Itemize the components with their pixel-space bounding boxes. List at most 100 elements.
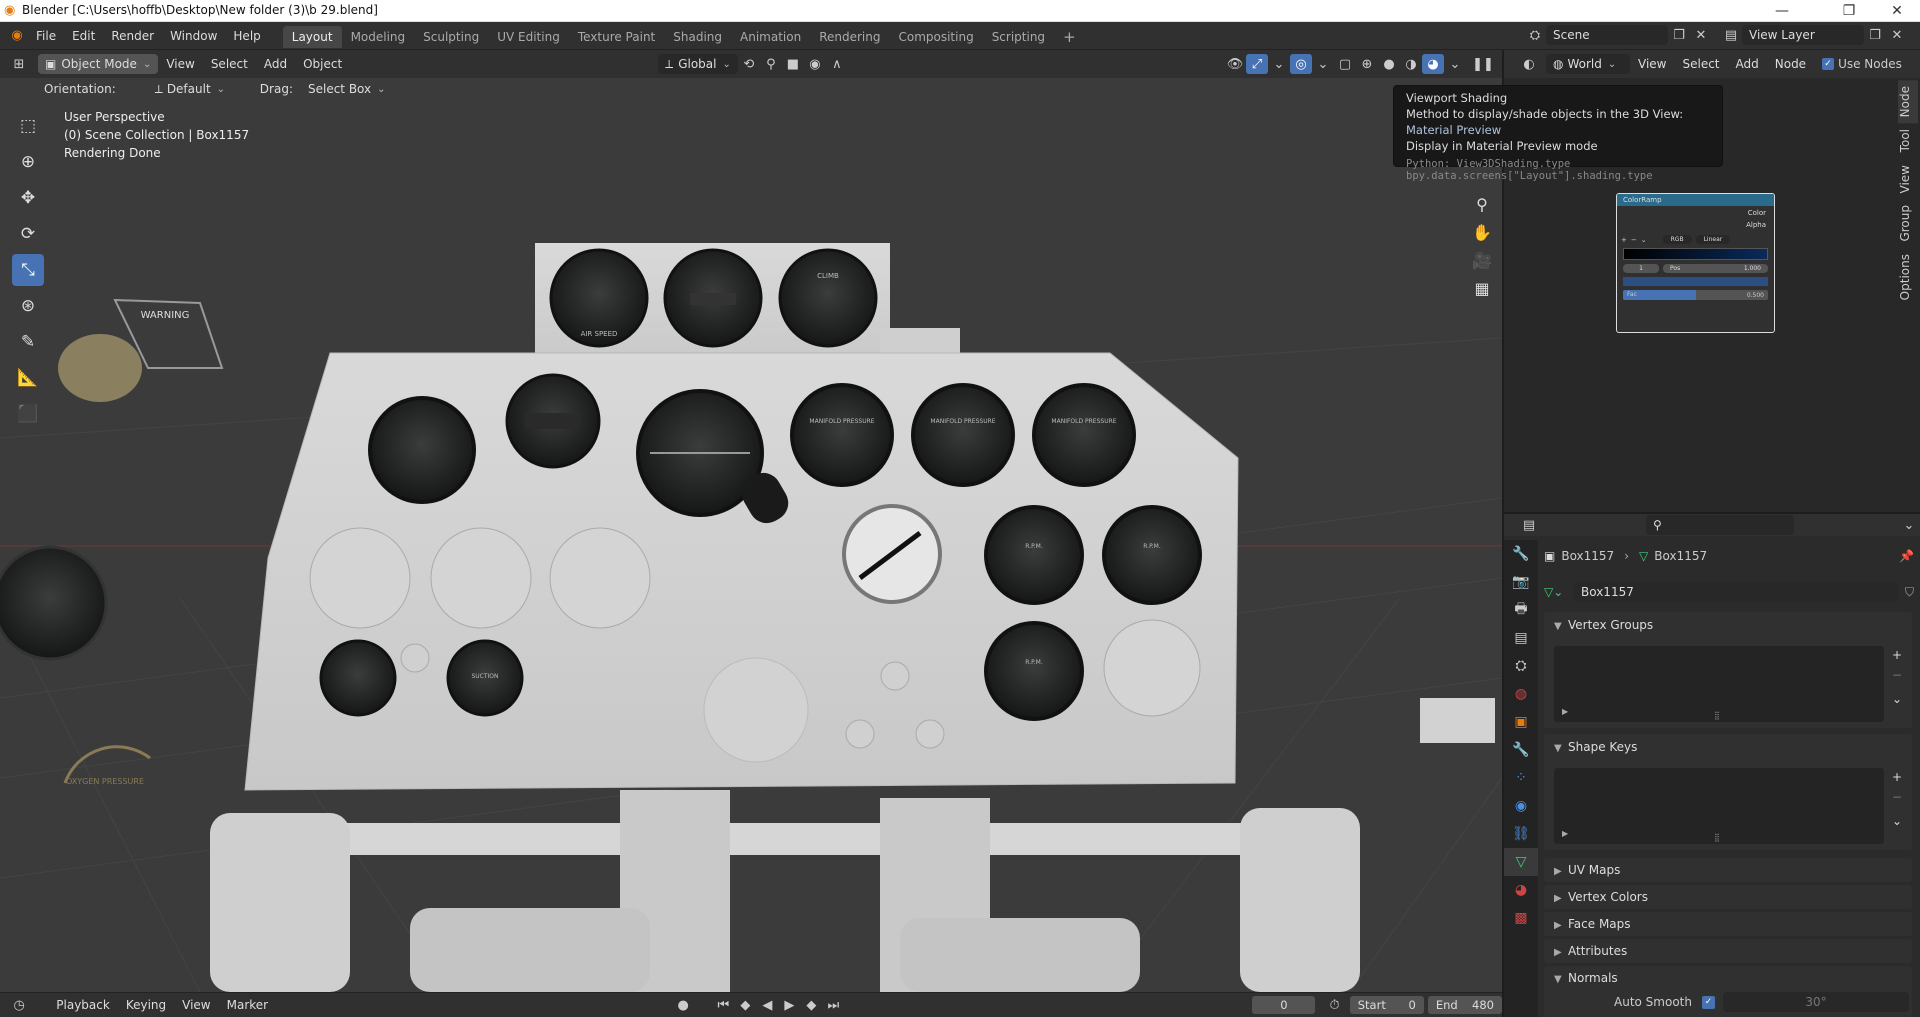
proportional-edit-icon[interactable]: ◉ (804, 54, 826, 74)
auto-smooth-angle-field[interactable]: 30° (1722, 992, 1909, 1012)
colorramp-node[interactable]: ColorRamp Color Alpha + − ⌄ RGB Linear 1 P… (1616, 193, 1775, 333)
mesh-name-field[interactable]: Box1157 (1574, 582, 1899, 602)
gizmo-icon[interactable]: ⤢ (1246, 54, 1268, 74)
jump-start-icon[interactable]: ⏮ (712, 995, 734, 1015)
add-workspace-icon[interactable]: + (1054, 26, 1085, 48)
shape-key-specials-icon[interactable]: ⌄ (1892, 814, 1902, 828)
drag-dropdown[interactable]: Select Box (301, 79, 393, 99)
pivot-icon[interactable]: ⟲ (738, 54, 760, 74)
output-alpha[interactable]: Alpha (1617, 217, 1774, 229)
overlay-icon[interactable]: ◎ (1290, 54, 1312, 74)
menu-edit[interactable]: Edit (64, 22, 103, 50)
jump-end-icon[interactable]: ⏭ (822, 995, 844, 1015)
particle-props-icon[interactable]: ⁘ (1504, 764, 1538, 792)
attributes-panel[interactable]: ▶ Attributes (1544, 939, 1912, 963)
close-button[interactable]: ✕ (1874, 0, 1920, 22)
interpolation-select[interactable]: Linear (1695, 235, 1731, 244)
sidetab-tool[interactable]: Tool (1898, 123, 1918, 158)
rotate-tool-icon[interactable]: ⟳ (12, 218, 44, 250)
normals-header[interactable]: ▼ Normals (1544, 966, 1912, 990)
physics-props-icon[interactable]: ◉ (1504, 792, 1538, 820)
modifier-props-icon[interactable]: 🔧 (1504, 736, 1538, 764)
color-mode-select[interactable]: RGB (1662, 235, 1692, 244)
timeline-editor-icon[interactable]: ◷ (10, 995, 28, 1015)
timeline-menu-view[interactable]: View (174, 993, 218, 1017)
remove-stop-icon[interactable]: − (1631, 236, 1637, 244)
view-layer-selector[interactable]: View Layer (1742, 25, 1864, 45)
material-preview-shading-icon[interactable]: ◑ (1400, 54, 1422, 74)
tab-modeling[interactable]: Modeling (342, 26, 415, 48)
play-icon[interactable]: ▶ (778, 995, 800, 1015)
auto-smooth-checkbox[interactable]: ✓ (1701, 995, 1715, 1009)
overlay-dropdown-icon[interactable]: ⌄ (1312, 54, 1334, 74)
tab-uv-editing[interactable]: UV Editing (488, 26, 569, 48)
viewport-menu-add[interactable]: Add (256, 50, 295, 78)
add-cube-tool-icon[interactable]: ⬛ (12, 398, 44, 430)
viewport-menu-view[interactable]: View (158, 50, 202, 78)
tab-texture-paint[interactable]: Texture Paint (569, 26, 664, 48)
stop-color-swatch[interactable] (1623, 277, 1768, 286)
face-maps-panel[interactable]: ▶ Face Maps (1544, 912, 1912, 936)
output-color[interactable]: Color (1617, 206, 1774, 217)
current-frame-field[interactable]: 0 (1252, 996, 1316, 1014)
orientation-dropdown[interactable]: ⟂ Default (148, 79, 246, 99)
solid-shading-icon[interactable]: ● (1378, 54, 1400, 74)
stop-index-field[interactable]: 1 (1623, 264, 1659, 273)
new-view-layer-icon[interactable]: ❐ (1864, 25, 1886, 45)
menu-help[interactable]: Help (225, 22, 268, 50)
material-props-icon[interactable]: ◕ (1504, 876, 1538, 904)
tab-animation[interactable]: Animation (731, 26, 810, 48)
fac-field[interactable]: Fac 0.500 (1623, 290, 1768, 300)
node-menu-view[interactable]: View (1630, 50, 1674, 78)
world-props-icon[interactable]: ◍ (1504, 680, 1538, 708)
uv-maps-panel[interactable]: ▶ UV Maps (1544, 858, 1912, 882)
view-layer-icon[interactable]: ▤ (1720, 25, 1742, 45)
menu-file[interactable]: File (28, 22, 64, 50)
menu-window[interactable]: Window (162, 22, 225, 50)
sidetab-node[interactable]: Node (1898, 80, 1918, 124)
falloff-icon[interactable]: ∧ (826, 54, 848, 74)
use-nodes-toggle[interactable]: ✓ Use Nodes (1822, 57, 1902, 71)
add-vertex-group-icon[interactable]: + (1892, 648, 1902, 662)
ramp-menu-icon[interactable]: ⌄ (1641, 236, 1647, 244)
end-frame-field[interactable]: End 480 (1427, 996, 1502, 1014)
timeline-menu-playback[interactable]: Playback (48, 993, 118, 1017)
shape-keys-list[interactable]: ▶ ⣿ (1554, 768, 1884, 844)
shape-keys-header[interactable]: ▼ Shape Keys (1544, 734, 1912, 760)
node-menu-add[interactable]: Add (1728, 50, 1767, 78)
mesh-data-props-icon[interactable]: ▽ (1504, 848, 1538, 876)
wireframe-shading-icon[interactable]: ⊕ (1356, 54, 1378, 74)
tool-props-icon[interactable]: 🔧 (1504, 540, 1538, 568)
fake-user-shield-icon[interactable]: ⛉ (1905, 585, 1914, 600)
viewport-menu-select[interactable]: Select (203, 50, 256, 78)
select-box-tool-icon[interactable]: ⬚ (12, 110, 44, 142)
mesh-browse-icon[interactable]: ▽⌄ (1544, 585, 1572, 599)
view-layer-props-icon[interactable]: ▤ (1504, 624, 1538, 652)
tab-compositing[interactable]: Compositing (889, 26, 982, 48)
vertex-groups-header[interactable]: ▼ Vertex Groups (1544, 612, 1912, 638)
new-scene-icon[interactable]: ❐ (1668, 25, 1690, 45)
prev-keyframe-icon[interactable]: ◆ (734, 995, 756, 1015)
vertex-groups-list[interactable]: ▶ ⣿ (1554, 646, 1884, 722)
zoom-icon[interactable]: ⚲ (1468, 190, 1496, 218)
ortho-grid-icon[interactable]: ▦ (1468, 274, 1496, 302)
pause-render-icon[interactable]: ❚❚ (1472, 54, 1494, 74)
annotate-tool-icon[interactable]: ✎ (12, 326, 44, 358)
visibility-icon[interactable]: 👁 (1224, 54, 1246, 74)
delete-view-layer-icon[interactable]: ✕ (1886, 25, 1908, 45)
menu-render[interactable]: Render (103, 22, 162, 50)
snap-icon[interactable]: ⚲ (760, 54, 782, 74)
sidetab-options[interactable]: Options (1898, 248, 1918, 306)
scene-selector[interactable]: Scene (1546, 25, 1668, 45)
vertex-colors-panel[interactable]: ▶ Vertex Colors (1544, 885, 1912, 909)
scale-tool-icon[interactable]: ⤡ (12, 254, 44, 286)
tab-layout[interactable]: Layout (282, 26, 342, 48)
transform-orientation[interactable]: ⟂ Global (658, 54, 738, 74)
transform-tool-icon[interactable]: ⊛ (12, 290, 44, 322)
3d-viewport[interactable]: AIR SPEED CLIMB MANIFOLD PRESSURE MANIFO… (0, 78, 1502, 992)
list-resize-grip-icon[interactable]: ⣿ (1714, 833, 1720, 842)
properties-editor-icon[interactable]: ▤ (1518, 515, 1540, 535)
move-tool-icon[interactable]: ✥ (12, 182, 44, 214)
output-props-icon[interactable]: 🖶 (1504, 596, 1538, 624)
list-filter-icon[interactable]: ▶ (1562, 707, 1568, 716)
